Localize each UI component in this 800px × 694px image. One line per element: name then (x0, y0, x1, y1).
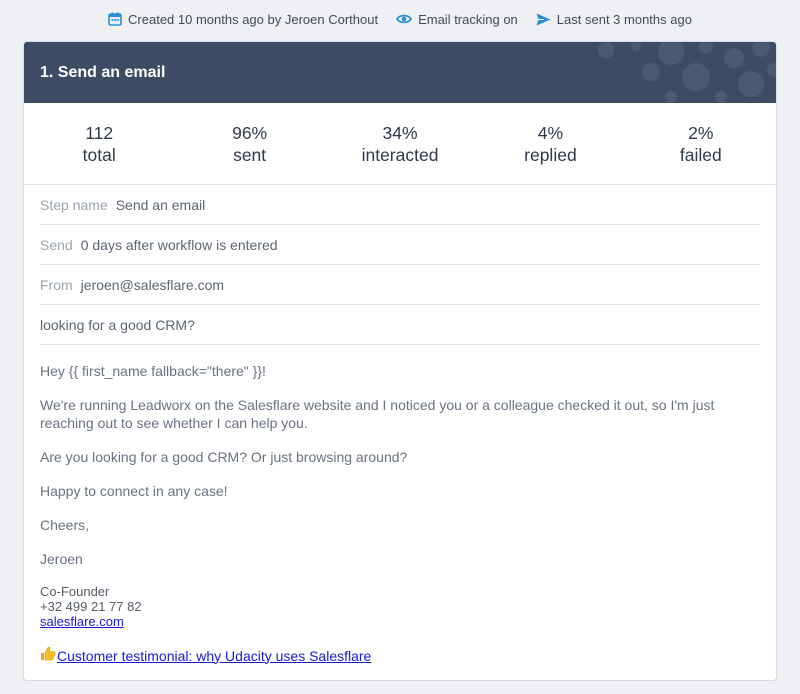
stat-label: total (82, 144, 116, 165)
stat-label: replied (524, 144, 577, 165)
testimonial-row: Customer testimonial: why Udacity uses S… (40, 646, 760, 665)
created-text: Created 10 months ago by Jeroen Corthout (128, 11, 379, 27)
subject-value[interactable]: looking for a good CRM? (40, 317, 195, 333)
stat-replied: 4% replied (475, 122, 625, 166)
stat-interacted: 34% interacted (325, 122, 475, 166)
step-meta-bar: Created 10 months ago by Jeroen Corthout… (0, 8, 800, 30)
card-header: 1. Send an email (24, 42, 776, 103)
email-body[interactable]: Hey {{ first_name fallback="there" }}! W… (24, 345, 776, 665)
step-name-value[interactable]: Send an email (116, 197, 206, 213)
stat-value: 2% (688, 122, 714, 143)
send-delay-field[interactable]: Send 0 days after workflow is entered (40, 225, 760, 265)
send-icon (536, 13, 551, 26)
calendar-icon (108, 12, 122, 26)
signature-role: Co-Founder (40, 584, 110, 599)
eye-icon (396, 13, 413, 25)
thumbs-up-icon (40, 646, 56, 665)
body-paragraph: Are you looking for a good CRM? Or just … (40, 449, 408, 465)
body-paragraph: Happy to connect in any case! (40, 483, 228, 499)
subject-field[interactable]: looking for a good CRM? (40, 305, 760, 345)
send-label: Send (40, 236, 73, 253)
step-title: 1. Send an email (40, 63, 166, 81)
testimonial-link-text: Customer testimonial: why Udacity uses S… (57, 647, 372, 664)
bubbles-decoration (598, 42, 776, 103)
email-step-card: 1. Send an email 112 total 96% sent 34% … (23, 41, 777, 681)
body-paragraph: We're running Leadworx on the Salesflare… (40, 397, 715, 431)
step-name-label: Step name (40, 196, 108, 213)
stat-value: 112 (85, 122, 114, 143)
send-delay-value[interactable]: 0 days after workflow is entered (81, 237, 278, 253)
last-sent-text: Last sent 3 months ago (556, 11, 692, 27)
body-paragraph: Cheers, (40, 517, 90, 533)
signature: Co-Founder +32 499 21 77 82 salesflare.c… (40, 584, 760, 629)
created-info: Created 10 months ago by Jeroen Corthout (108, 12, 378, 27)
from-value[interactable]: jeroen@salesflare.com (81, 277, 224, 293)
stat-value: 4% (537, 122, 564, 143)
tracking-text: Email tracking on (418, 11, 518, 27)
stat-value: 34% (382, 122, 418, 143)
step-name-field[interactable]: Step name Send an email (40, 185, 760, 225)
tracking-info: Email tracking on (396, 12, 518, 27)
email-fields: Step name Send an email Send 0 days afte… (24, 185, 776, 345)
stat-label: failed (679, 144, 722, 165)
body-greeting: Hey {{ first_name fallback="there" }}! (40, 363, 266, 379)
from-label: From (40, 276, 73, 293)
stat-failed: 2% failed (626, 122, 776, 166)
testimonial-link[interactable]: Customer testimonial: why Udacity uses S… (40, 646, 371, 665)
stat-label: sent (233, 144, 267, 165)
signature-phone: +32 499 21 77 82 (40, 599, 142, 614)
stat-label: interacted (361, 144, 439, 165)
signature-website-link[interactable]: salesflare.com (40, 614, 760, 629)
from-field[interactable]: From jeroen@salesflare.com (40, 265, 760, 305)
stat-sent: 96% sent (174, 122, 324, 166)
stat-total: 112 total (24, 122, 174, 166)
body-paragraph: Jeroen (40, 551, 83, 567)
last-sent-info: Last sent 3 months ago (536, 12, 692, 27)
stats-row: 112 total 96% sent 34% interacted 4% rep… (24, 103, 776, 185)
stat-value: 96% (232, 122, 268, 143)
